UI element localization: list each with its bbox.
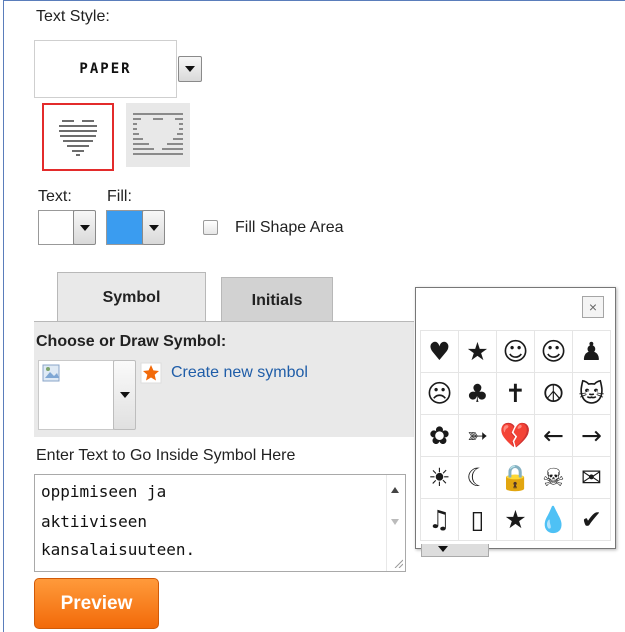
chevron-down-icon [79, 224, 90, 231]
heart-cutout-lines-icon [133, 113, 183, 155]
preview-button-label: Preview [60, 592, 133, 614]
fill-shape-area-checkbox[interactable] [203, 220, 218, 235]
shape-option-heart-cutout[interactable] [126, 103, 190, 167]
symbol-preview[interactable] [38, 360, 114, 430]
tab-initials[interactable]: Initials [221, 277, 333, 323]
drop-icon[interactable]: 💧 [534, 498, 573, 541]
tab-symbol-label: Symbol [102, 289, 161, 306]
small-star-icon[interactable]: ★ [496, 498, 535, 541]
cat-icon[interactable]: 🐱 [572, 372, 611, 415]
sun-icon[interactable]: ☀ [420, 456, 459, 499]
frame-top-border [3, 0, 625, 1]
fill-color-dropdown-button[interactable] [142, 210, 165, 245]
cross-icon[interactable]: ✝ [496, 372, 535, 415]
arrow-left-icon[interactable]: ← [534, 414, 573, 457]
text-line-3: kansalaisuuteen. [41, 540, 196, 559]
fill-shape-area-label: Fill Shape Area [235, 219, 344, 236]
skull-icon[interactable]: ☠ [534, 456, 573, 499]
heart-lines-icon [59, 120, 97, 156]
symbol-text-input[interactable]: oppimiseen ja aktiiviseen kansalaisuutee… [34, 474, 406, 572]
text-style-select[interactable]: PAPER [34, 40, 177, 98]
scroll-down-icon[interactable] [391, 519, 399, 525]
text-style-label: Text Style: [36, 8, 110, 25]
chevron-down-icon [185, 66, 195, 72]
symbol-grid: ♥ ★ ☺ ☺ ♟ ☹ ♣ ✝ ☮ 🐱 ✿ ➳ 💔 ← → ☀ ☾ 🔒 ☠ ✉ ♫ ▯ ★ 💧 ✔ [420, 330, 611, 541]
text-color-label: Text: [38, 188, 72, 205]
frown-icon[interactable]: ☹ [420, 372, 459, 415]
moon-icon[interactable]: ☾ [458, 456, 497, 499]
heart-icon[interactable]: ♥ [420, 330, 459, 373]
broken-heart-icon[interactable]: 💔 [496, 414, 535, 457]
smile-outline-icon[interactable]: ☺ [534, 330, 573, 373]
text-style-dropdown-button[interactable] [178, 56, 202, 82]
enter-text-label: Enter Text to Go Inside Symbol Here [36, 447, 296, 464]
text-color-dropdown-button[interactable] [73, 210, 96, 245]
symbol-dropdown-button[interactable] [113, 360, 136, 430]
create-new-symbol-link[interactable]: Create new symbol [171, 364, 308, 382]
preview-button[interactable]: Preview [34, 578, 159, 629]
scroll-up-icon[interactable] [391, 487, 399, 493]
textarea-scrollbar[interactable] [386, 475, 405, 571]
text-line-1: oppimiseen ja [41, 482, 167, 501]
resize-grip-icon[interactable] [393, 558, 403, 568]
clover-icon[interactable]: ♣ [458, 372, 497, 415]
tab-initials-label: Initials [251, 291, 303, 309]
peace-icon[interactable]: ☮ [534, 372, 573, 415]
text-line-2: aktiiviseen [41, 512, 147, 531]
music-note-icon[interactable]: ♫ [420, 498, 459, 541]
fill-color-label: Fill: [107, 188, 132, 205]
chevron-down-icon [148, 224, 159, 231]
flower-icon[interactable]: ✿ [420, 414, 459, 457]
shape-option-heart[interactable] [42, 103, 114, 171]
page: Text Style: PAPER Text: Fill: Fill Shape… [0, 0, 625, 632]
lock-icon[interactable]: 🔒 [496, 456, 535, 499]
chevron-down-icon [119, 392, 130, 398]
phone-icon[interactable]: ▯ [458, 498, 497, 541]
text-style-value: PAPER [79, 61, 132, 77]
person-icon[interactable]: ♟ [572, 330, 611, 373]
star-icon[interactable]: ★ [458, 330, 497, 373]
tab-symbol[interactable]: Symbol [57, 272, 206, 323]
arrow-right-icon[interactable]: → [572, 414, 611, 457]
heart-arrow-icon[interactable]: ➳ [458, 414, 497, 457]
popup-dropdown-peek [421, 544, 489, 557]
chevron-down-icon [438, 546, 448, 552]
envelope-icon[interactable]: ✉ [572, 456, 611, 499]
close-icon[interactable]: × [582, 296, 604, 318]
smile-icon[interactable]: ☺ [496, 330, 535, 373]
close-glyph: × [588, 299, 598, 315]
text-color-swatch[interactable] [38, 210, 74, 245]
frame-left-border [3, 0, 4, 632]
create-symbol-star-icon[interactable] [139, 361, 163, 385]
broken-image-icon [42, 364, 60, 382]
check-icon[interactable]: ✔ [572, 498, 611, 541]
fill-color-swatch[interactable] [106, 210, 143, 245]
choose-symbol-heading: Choose or Draw Symbol: [36, 333, 227, 350]
